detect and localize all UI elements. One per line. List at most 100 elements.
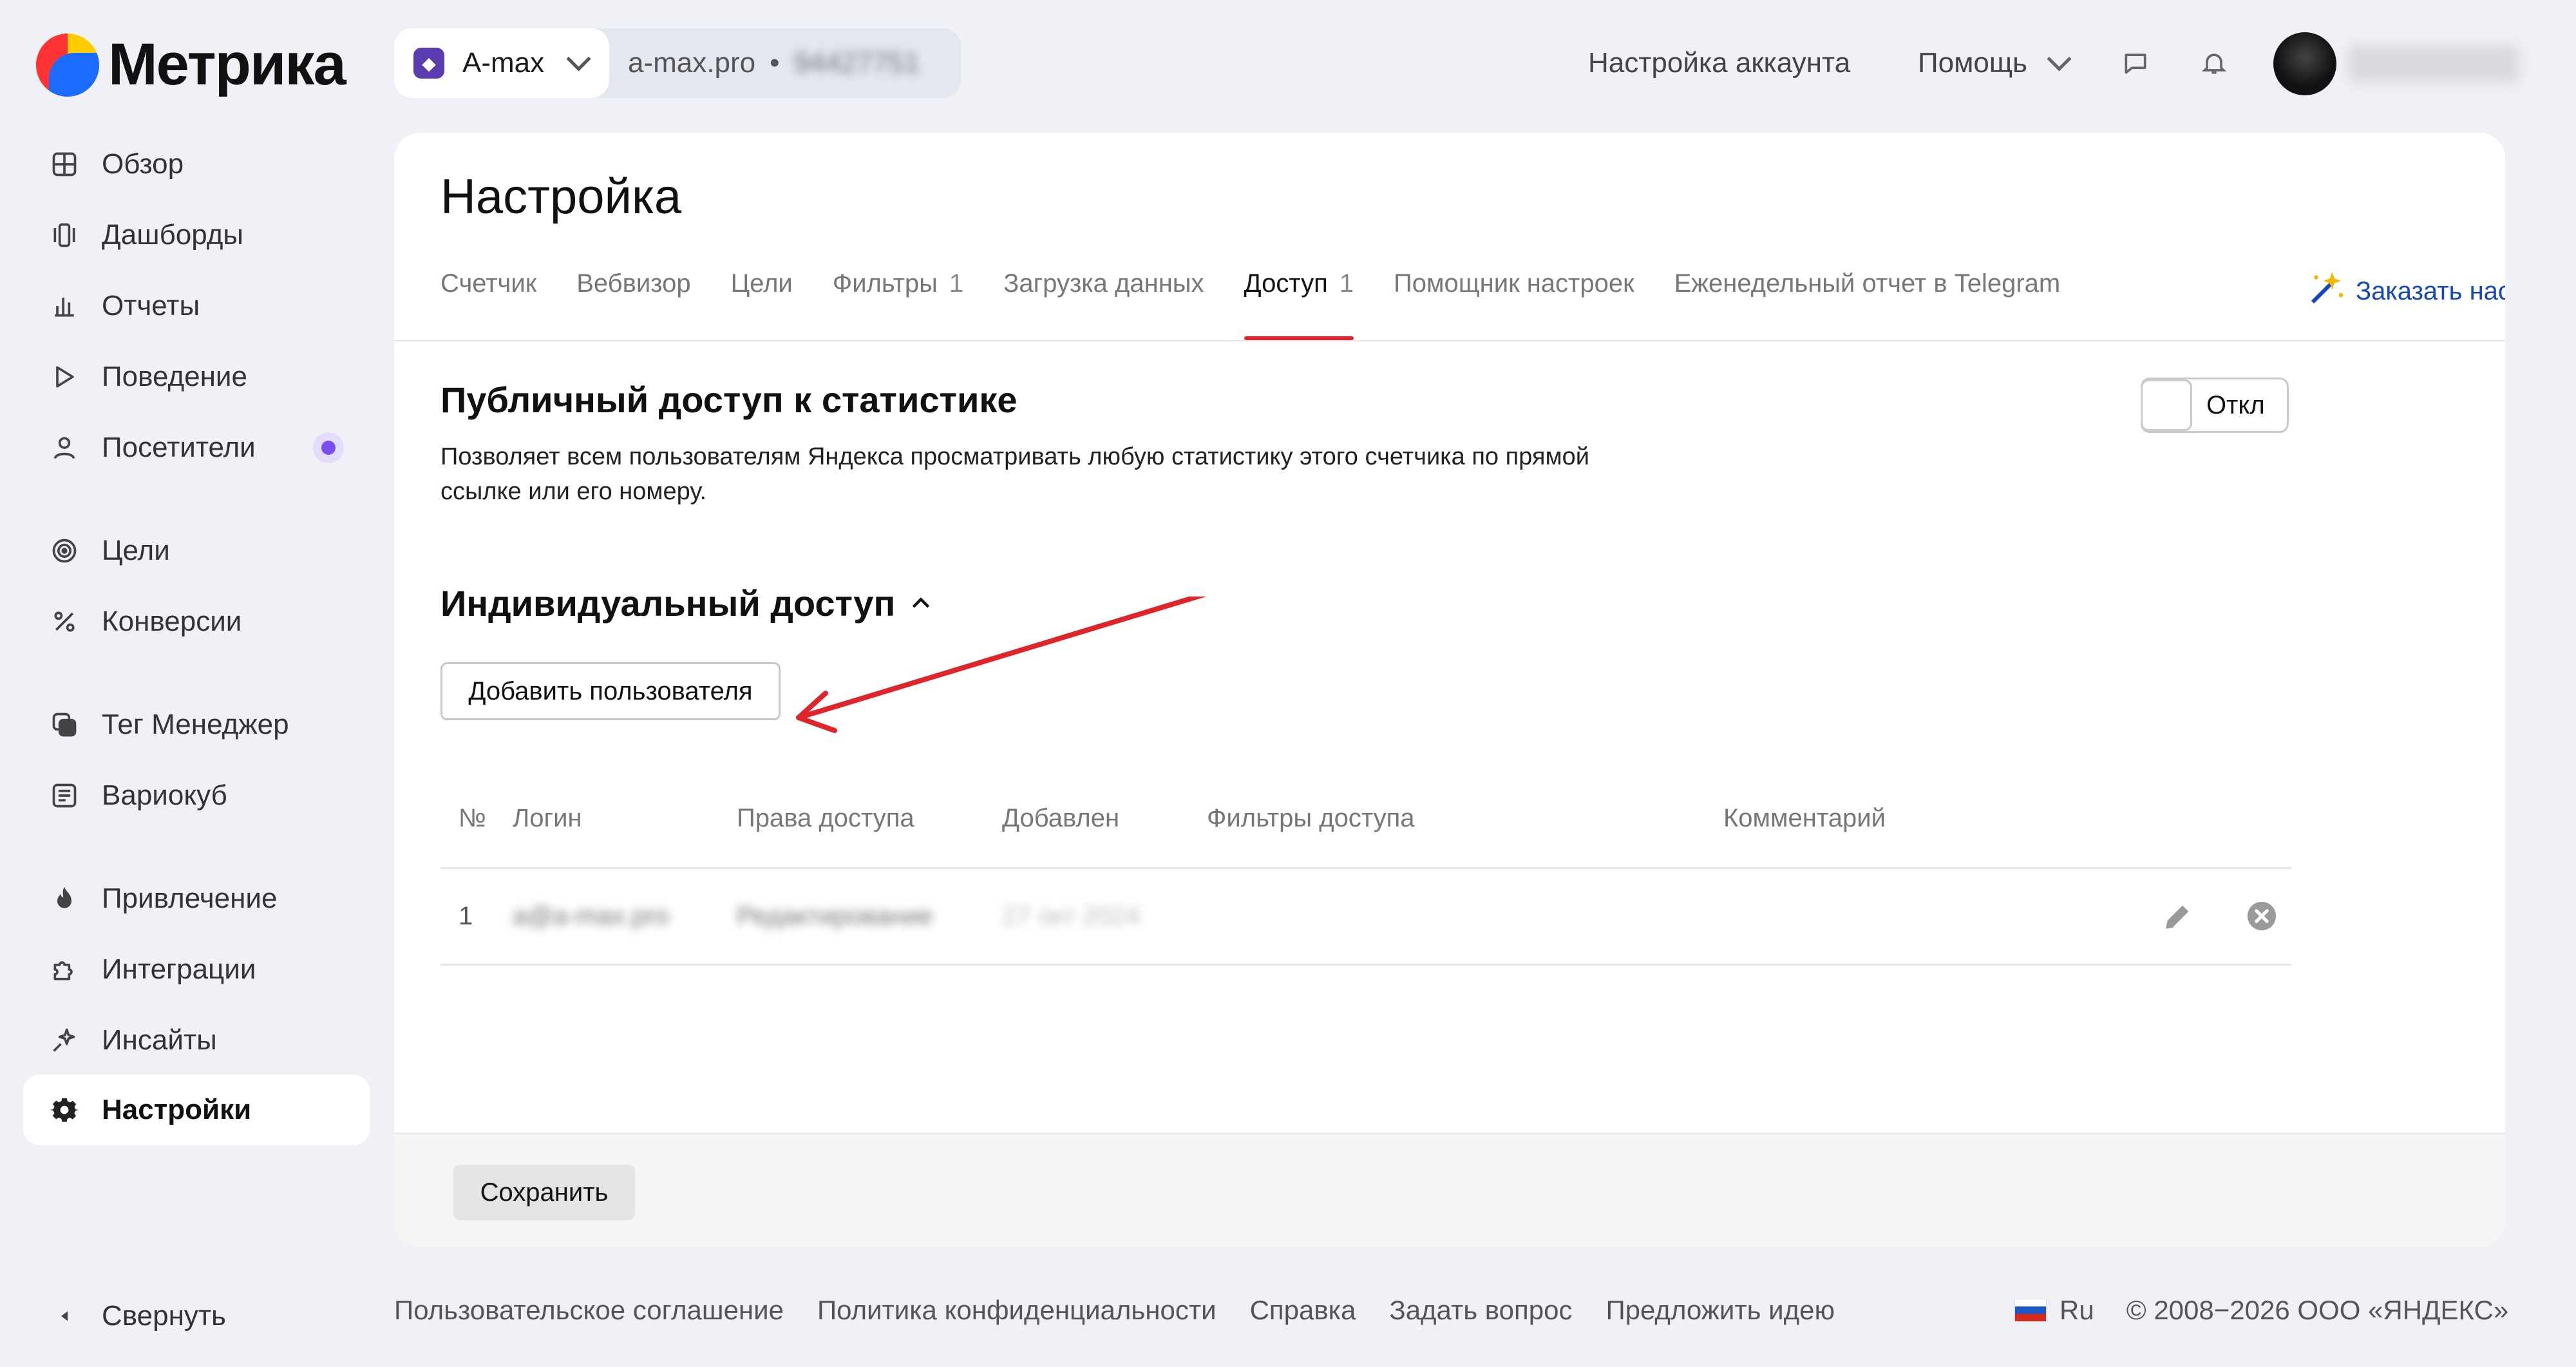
settings-card: Настройка Счетчик Вебвизор Цели Фильтры 1… — [394, 133, 2505, 1247]
sidebar-item-label: Поведение — [102, 361, 247, 392]
tab-webvisor[interactable]: Вебвизор — [576, 269, 690, 340]
sidebar-item-integrations[interactable]: Интеграции — [23, 934, 370, 1005]
tab-access[interactable]: Доступ 1 — [1244, 269, 1354, 340]
fire-icon — [48, 882, 81, 915]
new-indicator-dot — [313, 432, 344, 463]
sidebar-item-label: Дашборды — [102, 219, 243, 251]
tab-counter[interactable]: Счетчик — [440, 269, 536, 340]
sidebar-item-insights[interactable]: Инсайты — [23, 1005, 370, 1076]
target-icon — [48, 534, 81, 568]
tab-label: Вебвизор — [576, 269, 691, 298]
counter-info[interactable]: a-max.pro • 94427751 — [628, 28, 920, 98]
footer-link-ask[interactable]: Задать вопрос — [1389, 1295, 1572, 1326]
user-avatar[interactable] — [2273, 32, 2336, 95]
counter-separator: • — [770, 47, 780, 79]
bell-icon — [2197, 46, 2231, 80]
table-row: 1 a@a-max.pro Редактирование 27 окт 2024 — [440, 868, 2291, 965]
add-user-button[interactable]: Добавить пользователя — [440, 662, 781, 720]
public-access-description: Позволяет всем пользователям Яндекса про… — [440, 443, 1589, 505]
counter-dropdown[interactable]: ◆ A-max — [394, 28, 609, 98]
sidebar-item-acquisition[interactable]: Привлечение — [23, 863, 370, 934]
wand-sparkle-icon — [2306, 267, 2348, 316]
order-setup-link[interactable]: Заказать нас — [2306, 267, 2505, 316]
tab-label: Доступ — [1244, 269, 1328, 298]
tab-count: 1 — [1339, 269, 1354, 298]
tab-count: 1 — [949, 269, 964, 298]
column-comment: Комментарий — [1723, 804, 1886, 832]
public-access-toggle[interactable]: Откл — [2141, 378, 2289, 433]
tab-settings-assistant[interactable]: Помощник настроек — [1394, 269, 1634, 340]
tab-data-upload[interactable]: Загрузка данных — [1003, 269, 1204, 340]
counter-id: 94427751 — [793, 47, 920, 79]
column-login: Логин — [513, 804, 582, 832]
percent-icon — [48, 605, 81, 638]
sidebar-item-label: Тег Менеджер — [102, 709, 289, 740]
chat-button[interactable] — [2119, 28, 2152, 98]
column-rights: Права доступа — [737, 804, 914, 832]
sidebar-item-label: Конверсии — [102, 606, 242, 637]
help-menu[interactable]: Помощь — [1918, 28, 2072, 98]
tab-label: Счетчик — [440, 269, 537, 298]
row-rights: Редактирование — [737, 902, 933, 930]
tab-label: Цели — [730, 269, 793, 298]
app-name: Метрика — [108, 32, 346, 97]
edit-button[interactable] — [2160, 898, 2196, 941]
collapse-label: Свернуть — [102, 1300, 226, 1332]
sidebar-item-label: Настройки — [102, 1094, 252, 1125]
tab-label: Помощник настроек — [1394, 269, 1634, 298]
footer-link-privacy[interactable]: Политика конфиденциальности — [817, 1295, 1217, 1326]
footer-link-terms[interactable]: Пользовательское соглашение — [394, 1295, 784, 1326]
tab-label: Фильтры — [832, 269, 938, 298]
footer-link-idea[interactable]: Предложить идею — [1605, 1295, 1835, 1326]
sidebar-item-label: Вариокуб — [102, 779, 227, 811]
chevron-down-icon — [2047, 46, 2072, 72]
footer-link-help[interactable]: Справка — [1250, 1295, 1356, 1326]
tab-goals[interactable]: Цели — [731, 269, 793, 340]
sidebar-item-label: Обзор — [102, 148, 184, 180]
account-settings-link[interactable]: Настройка аккаунта — [1588, 28, 1850, 98]
help-label: Помощь — [1918, 47, 2027, 79]
sidebar-item-overview[interactable]: Обзор — [23, 129, 370, 200]
toggle-label: Откл — [2206, 390, 2265, 419]
row-num: 1 — [459, 902, 473, 930]
sidebar-item-variocube[interactable]: Вариокуб — [23, 760, 370, 831]
tab-filters[interactable]: Фильтры 1 — [833, 269, 963, 340]
tab-label: Загрузка данных — [1003, 269, 1204, 298]
save-label: Сохранить — [480, 1178, 609, 1207]
tab-telegram-report[interactable]: Еженедельный отчет в Telegram — [1674, 269, 2061, 340]
footer-links: Пользовательское соглашение Политика кон… — [394, 1295, 1868, 1326]
sidebar-item-reports[interactable]: Отчеты — [23, 271, 370, 341]
column-num: № — [459, 804, 486, 832]
row-login: a@a-max.pro — [513, 902, 669, 930]
sidebar-item-goals[interactable]: Цели — [23, 515, 370, 586]
annotation-arrow — [796, 597, 1207, 733]
app-logo[interactable]: Метрика — [36, 31, 346, 99]
user-icon — [48, 431, 81, 464]
sidebar-item-behavior[interactable]: Поведение — [23, 341, 370, 412]
play-icon — [48, 360, 81, 394]
footer-right: Ru © 2008−2026 ООО «ЯНДЕКС» — [2014, 1295, 2508, 1326]
counter-domain: a-max.pro — [628, 47, 756, 79]
chat-icon — [2119, 46, 2152, 80]
sidebar-item-label: Посетители — [102, 432, 256, 463]
add-user-label: Добавить пользователя — [468, 676, 753, 705]
sidebar-item-conversions[interactable]: Конверсии — [23, 586, 370, 657]
sidebar-item-dashboards[interactable]: Дашборды — [23, 200, 370, 271]
copyright: © 2008−2026 ООО «ЯНДЕКС» — [2126, 1295, 2509, 1325]
table-divider — [440, 964, 2291, 966]
remove-button[interactable] — [2244, 898, 2280, 941]
sidebar-item-label: Привлечение — [102, 883, 278, 914]
chevron-down-icon — [566, 46, 591, 72]
russia-flag-icon — [2014, 1299, 2047, 1322]
grid-icon — [48, 148, 81, 181]
sidebar-item-visitors[interactable]: Посетители — [23, 412, 370, 483]
variocube-icon — [48, 779, 81, 812]
sidebar-item-tag-manager[interactable]: Тег Менеджер — [23, 689, 370, 760]
notifications-button[interactable] — [2197, 28, 2231, 98]
dashboards-icon — [48, 218, 81, 252]
sidebar-item-settings[interactable]: Настройки — [23, 1075, 370, 1145]
sidebar-collapse-button[interactable]: Свернуть — [23, 1281, 370, 1352]
language-label: Ru — [2060, 1295, 2094, 1325]
save-button[interactable]: Сохранить — [453, 1165, 635, 1220]
language-selector[interactable]: Ru — [2014, 1295, 2094, 1326]
